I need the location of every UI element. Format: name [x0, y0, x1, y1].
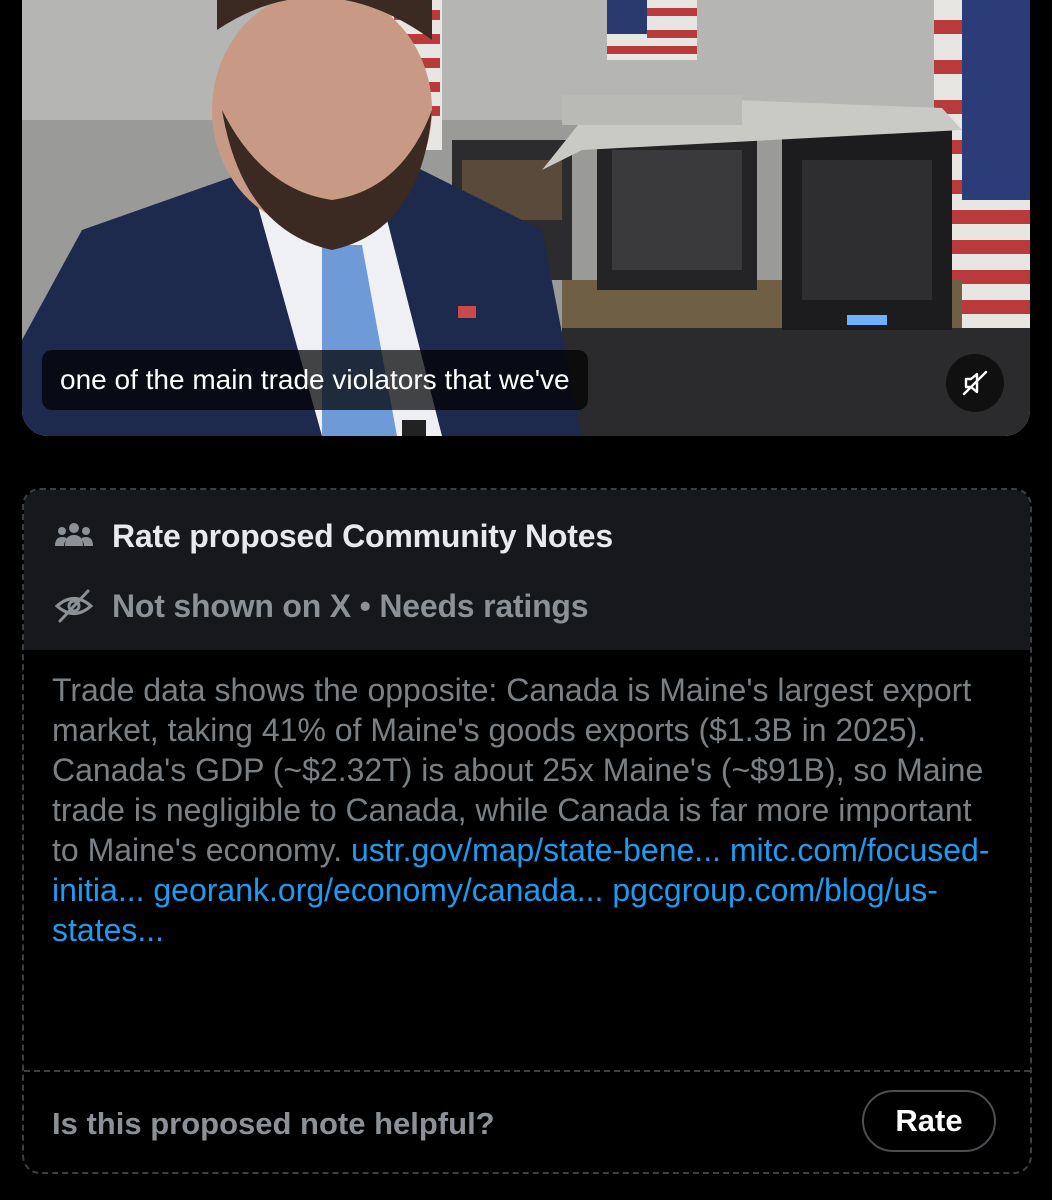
note-body: Trade data shows the opposite: Canada is… — [52, 670, 1002, 950]
eye-slash-icon — [52, 584, 96, 628]
video-caption: one of the main trade violators that we'… — [42, 350, 588, 410]
speaker-muted-icon — [962, 370, 988, 396]
note-source-link[interactable]: ustr.gov/map/state-bene... — [351, 832, 721, 868]
note-status-row: Not shown on X • Needs ratings — [52, 584, 589, 628]
community-note-card: Rate proposed Community Notes Not shown … — [22, 488, 1032, 1174]
video-player[interactable]: one of the main trade violators that we'… — [22, 0, 1030, 436]
caption-text: one of the main trade violators that we'… — [60, 364, 570, 395]
note-header: Rate proposed Community Notes Not shown … — [24, 490, 1030, 650]
rate-button-label: Rate — [895, 1103, 963, 1138]
note-status: Not shown on X • Needs ratings — [112, 587, 589, 624]
mute-toggle-button[interactable] — [946, 354, 1004, 412]
note-title: Rate proposed Community Notes — [112, 517, 613, 554]
screen: one of the main trade violators that we'… — [0, 0, 1052, 1200]
helpful-question: Is this proposed note helpful? — [52, 1106, 495, 1141]
note-source-link[interactable]: georank.org/economy/canada... — [153, 872, 603, 908]
rate-button[interactable]: Rate — [862, 1090, 996, 1152]
people-group-icon — [52, 514, 96, 558]
note-divider — [24, 1070, 1030, 1072]
note-title-row: Rate proposed Community Notes — [52, 514, 613, 558]
